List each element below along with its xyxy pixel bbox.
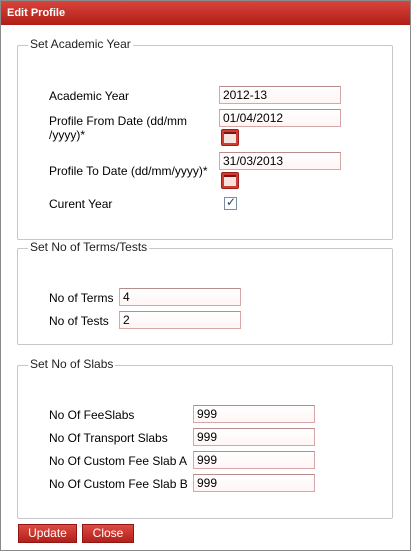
calendar-icon[interactable] (221, 129, 239, 146)
edit-profile-dialog: Edit Profile Set Academic Year Academic … (0, 0, 411, 551)
update-button[interactable]: Update (18, 524, 77, 543)
custom-fee-slab-b-label: No Of Custom Fee Slab B (49, 477, 188, 491)
to-date-label: Profile To Date (dd/mm/yyyy)* (49, 164, 208, 178)
current-year-label: Curent Year (49, 197, 113, 211)
custom-fee-slab-a-input[interactable]: 999 (193, 451, 315, 469)
dialog-title: Edit Profile (1, 1, 410, 25)
custom-fee-slab-a-label: No Of Custom Fee Slab A (49, 454, 188, 468)
academic-year-input[interactable]: 2012-13 (219, 86, 341, 104)
academic-year-legend: Set Academic Year (28, 37, 133, 51)
close-button[interactable]: Close (82, 524, 134, 543)
no-of-terms-input[interactable]: 4 (119, 288, 241, 306)
custom-fee-slab-b-input[interactable]: 999 (193, 474, 315, 492)
fee-slabs-label: No Of FeeSlabs (49, 408, 135, 422)
no-of-tests-label: No of Tests (49, 314, 109, 328)
checkmark-icon: ✓ (226, 195, 237, 209)
current-year-checkbox[interactable]: ✓ (224, 195, 237, 210)
transport-slabs-input[interactable]: 999 (193, 428, 315, 446)
fee-slabs-input[interactable]: 999 (193, 405, 315, 423)
academic-year-label: Academic Year (49, 89, 130, 103)
no-of-terms-label: No of Terms (49, 291, 114, 305)
calendar-icon[interactable] (221, 172, 239, 189)
to-date-input[interactable]: 31/03/2013 (219, 152, 341, 170)
slabs-legend: Set No of Slabs (28, 357, 116, 371)
no-of-tests-input[interactable]: 2 (119, 311, 241, 329)
terms-tests-legend: Set No of Terms/Tests (28, 240, 150, 254)
from-date-label-line2: /yyyy)* (49, 128, 85, 142)
from-date-label-line1: Profile From Date (dd/mm (49, 114, 188, 128)
transport-slabs-label: No Of Transport Slabs (49, 431, 168, 445)
from-date-input[interactable]: 01/04/2012 (219, 109, 341, 127)
